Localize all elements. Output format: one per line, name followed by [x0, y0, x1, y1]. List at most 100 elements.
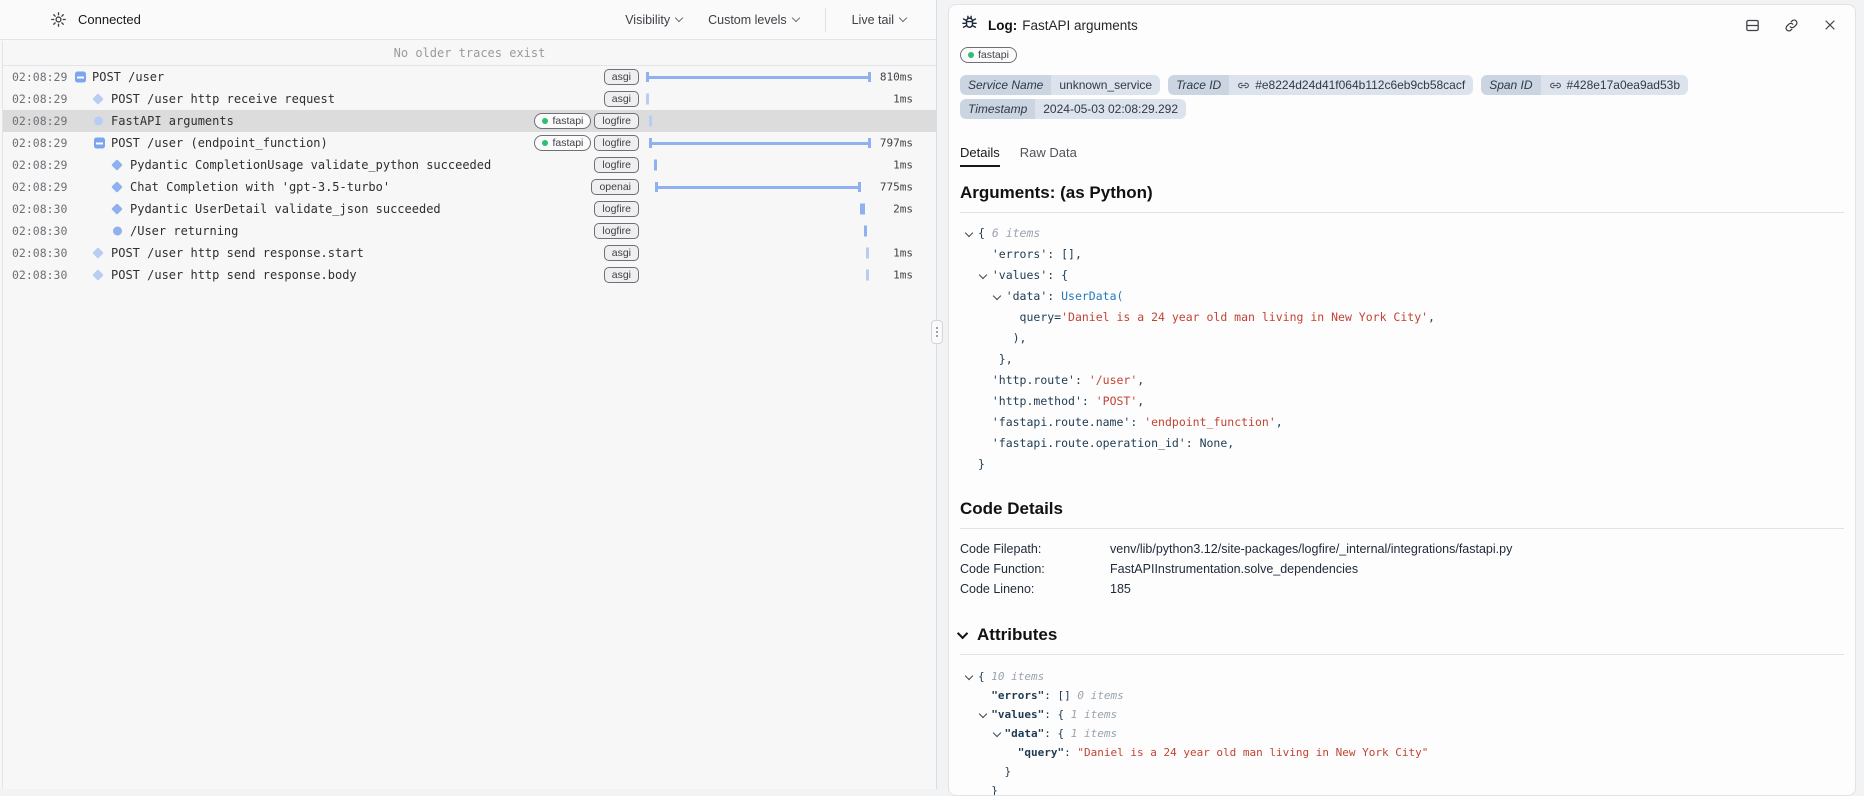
trace-duration: 1ms	[893, 269, 913, 282]
panel-resize-handle[interactable]	[931, 320, 943, 344]
duration-tick	[866, 270, 869, 281]
duration-bar	[655, 186, 861, 189]
meta-badge-span-id[interactable]: Span ID#428e17a0ea9ad53b	[1481, 75, 1688, 95]
trace-toolbar: Connected Visibility Custom levels Live …	[0, 0, 936, 40]
attributes-heading: Attributes	[960, 625, 1844, 655]
trace-time: 02:08:30	[12, 224, 67, 238]
link-icon[interactable]	[1549, 79, 1562, 92]
tab-details[interactable]: Details	[960, 145, 1000, 167]
trace-duration: 1ms	[893, 247, 913, 260]
code-line: { 10 items	[960, 667, 1844, 686]
duration-tick	[654, 160, 657, 171]
arguments-python-code: { 6 items 'errors': [], 'values': { 'dat…	[960, 223, 1844, 475]
collapse-caret-icon[interactable]	[965, 229, 973, 237]
tag-logfire: logfire	[594, 135, 639, 151]
circle-icon	[113, 227, 122, 236]
trace-time: 02:08:30	[12, 246, 67, 260]
trace-timeline	[646, 264, 871, 286]
trace-row[interactable]: 02:08:29POST /userasgi810ms	[3, 66, 936, 88]
trace-duration: 810ms	[880, 71, 913, 84]
code-line: "query": "Daniel is a 24 year old man li…	[960, 743, 1844, 762]
trace-timeline	[646, 154, 871, 176]
detail-tags: fastapi	[960, 45, 1844, 63]
code-line: },	[960, 349, 1844, 370]
trace-row[interactable]: 02:08:30 POST /user http send response.st…	[3, 242, 936, 264]
meta-badge-trace-id[interactable]: Trace ID#e8224d24d41f064b112c6eb9cb58cac…	[1168, 75, 1473, 95]
minus-icon	[75, 72, 86, 83]
trace-panel: Connected Visibility Custom levels Live …	[0, 0, 937, 789]
trace-time: 02:08:29	[12, 92, 67, 106]
collapse-caret-icon[interactable]	[957, 628, 968, 639]
duration-tick	[860, 204, 865, 215]
trace-row[interactable]: 02:08:29POST /user (endpoint_function)fa…	[3, 132, 936, 154]
detail-panel: Log: FastAPI arguments fasta	[948, 4, 1856, 796]
trace-row[interactable]: 02:08:29FastAPI argumentsfastapilogfire	[3, 110, 936, 132]
diamond-light-icon	[92, 269, 103, 280]
code-line: 'http.method': 'POST',	[960, 391, 1844, 412]
live-tail-dropdown[interactable]: Live tail	[852, 13, 906, 27]
trace-tags: asgi	[604, 91, 639, 107]
link-icon[interactable]	[1783, 17, 1800, 34]
duration-tick	[866, 248, 869, 259]
toolbar-divider	[825, 8, 826, 32]
trace-row[interactable]: 02:08:29Chat Completion with 'gpt-3.5-tu…	[3, 176, 936, 198]
trace-timeline	[646, 88, 871, 110]
visibility-dropdown[interactable]: Visibility	[625, 13, 682, 27]
close-icon[interactable]	[1822, 17, 1838, 33]
chevron-down-icon	[791, 14, 799, 22]
code-line: "data": { 1 items	[960, 724, 1844, 743]
diamond-light-icon	[92, 247, 103, 258]
green-dot-icon	[968, 52, 974, 58]
circle-light-icon	[94, 117, 103, 126]
custom-levels-dropdown[interactable]: Custom levels	[708, 13, 799, 27]
code-detail-value: 185	[1110, 579, 1844, 599]
code-line: ),	[960, 328, 1844, 349]
green-dot-icon	[542, 118, 548, 124]
trace-tags: asgi	[604, 245, 639, 261]
trace-row[interactable]: 02:08:30/User returninglogfire	[3, 220, 936, 242]
tag-fastapi: fastapi	[534, 113, 591, 129]
trace-timeline	[646, 220, 871, 242]
trace-tags: openai	[591, 179, 639, 195]
code-line: }	[960, 454, 1844, 475]
split-panel-icon[interactable]	[1744, 17, 1761, 34]
tag-logfire: logfire	[594, 201, 639, 217]
meta-badge-value: #e8224d24d41f064b112c6eb9cb58cacf	[1229, 75, 1473, 95]
trace-list: No older traces exist 02:08:29POST /user…	[2, 41, 936, 789]
code-line: }	[960, 762, 1844, 781]
diamond-icon	[111, 203, 122, 214]
trace-time: 02:08:30	[12, 202, 67, 216]
trace-row[interactable]: 02:08:29Pydantic CompletionUsage validat…	[3, 154, 936, 176]
tab-raw-data[interactable]: Raw Data	[1020, 145, 1077, 167]
green-dot-icon	[542, 140, 548, 146]
code-details-rows: Code Filepath:venv/lib/python3.12/site-p…	[960, 539, 1844, 599]
duration-tick	[649, 116, 652, 127]
collapse-caret-icon[interactable]	[965, 672, 973, 680]
trace-label: POST /user	[92, 70, 164, 84]
trace-row[interactable]: 02:08:30POST /user http send response.bo…	[3, 264, 936, 286]
trace-row[interactable]: 02:08:29POST /user http receive requesta…	[3, 88, 936, 110]
meta-badge-value: unknown_service	[1051, 75, 1160, 95]
no-older-traces-notice: No older traces exist	[3, 41, 936, 66]
trace-label: Pydantic UserDetail validate_json succee…	[130, 202, 441, 216]
trace-rows: 02:08:29POST /userasgi810ms02:08:29POST …	[3, 66, 936, 286]
trace-timeline	[646, 242, 871, 264]
trace-timeline	[646, 198, 871, 220]
trace-duration: 2ms	[893, 203, 913, 216]
detail-tabs: Details Raw Data	[960, 145, 1844, 167]
detail-header: Log: FastAPI arguments	[960, 11, 1844, 39]
arguments-heading: Arguments: (as Python)	[960, 183, 1844, 213]
link-icon[interactable]	[1237, 79, 1250, 92]
record-title: FastAPI arguments	[1022, 18, 1138, 33]
trace-tags: logfire	[594, 201, 639, 217]
trace-label: FastAPI arguments	[111, 114, 234, 128]
meta-badge-value: #428e17a0ea9ad53b	[1541, 75, 1688, 95]
gear-icon[interactable]	[50, 11, 67, 28]
duration-bar	[649, 142, 871, 145]
tag-asgi: asgi	[604, 91, 639, 107]
meta-badge-timestamp: Timestamp2024-05-03 02:08:29.292	[960, 99, 1186, 119]
trace-tags: logfire	[594, 157, 639, 173]
trace-row[interactable]: 02:08:30 Pydantic UserDetail validate_jso…	[3, 198, 936, 220]
duration-tick	[646, 94, 649, 105]
trace-label: POST /user http send response.start	[111, 246, 364, 260]
